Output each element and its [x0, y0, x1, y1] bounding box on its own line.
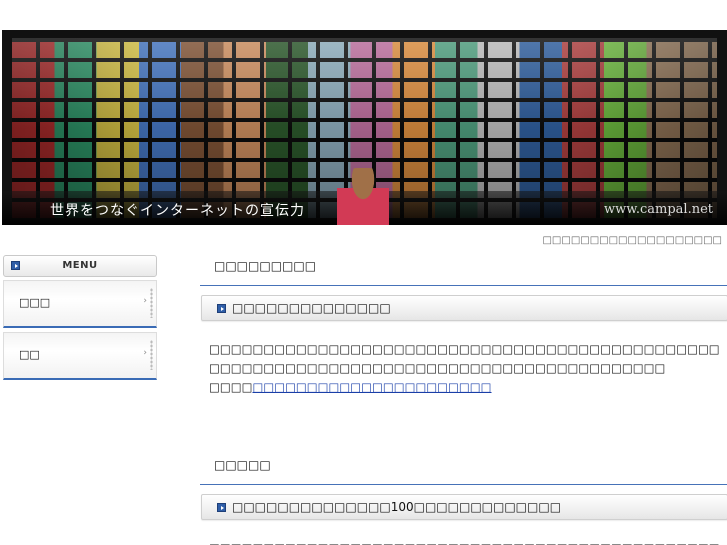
menu-header: MENU: [3, 255, 157, 277]
sidebar-item-2[interactable]: □□ ›: [3, 332, 157, 380]
sidebar-item-label: □□: [19, 348, 40, 361]
article-body: □□□□□□□□□□□□□□□□□□□□□□□□□□□□□□□□□□□□□□□□…: [209, 340, 721, 397]
site-caption: □□□□□□□□□□□□□□□□□□□: [542, 235, 722, 246]
chevron-right-icon: ›: [143, 296, 147, 306]
grip-dots-icon: [150, 340, 153, 370]
banner-url: www.campal.net: [604, 202, 713, 217]
article-title-bar[interactable]: □□□□□□□□□□□□□□100□□□□□□□□□□□□□: [201, 494, 727, 520]
sidebar-item-label: □□□: [19, 296, 51, 309]
chevron-right-icon: ›: [143, 348, 147, 358]
sidebar-item-1[interactable]: □□□ ›: [3, 280, 157, 328]
menu-title: MENU: [62, 260, 98, 271]
section-heading: □□□□□□□□□: [214, 259, 317, 273]
header-banner: 世界をつなぐインターネットの宣伝力 www.campal.net: [2, 30, 727, 225]
article-title: □□□□□□□□□□□□□□: [232, 301, 391, 315]
section-divider: [200, 285, 727, 286]
article-body: □□□□□□□□□□□□□□□□□□□□□□□□□□□□□□□□□□□□□□□□…: [209, 539, 721, 545]
article-text: □□□□□□□□□□□□□□□□□□□□□□□□□□□□□□□□□□□□□□□□…: [209, 342, 720, 375]
source-prefix: □□□□: [209, 380, 253, 394]
arrow-right-icon: [217, 503, 226, 512]
section-divider: [200, 484, 727, 485]
article-source: □□□□□□□□□□□□□□□□□□□□□□□□□□: [209, 378, 721, 397]
banner-tagline: 世界をつなぐインターネットの宣伝力: [50, 203, 305, 219]
arrow-right-icon: [217, 304, 226, 313]
section-heading: □□□□□: [214, 458, 271, 472]
banner-person-image: [337, 168, 389, 225]
source-link[interactable]: □□□□□□□□□□□□□□□□□□□□□□: [252, 380, 491, 394]
article-title: □□□□□□□□□□□□□□100□□□□□□□□□□□□□: [232, 500, 562, 514]
grip-dots-icon: [150, 288, 153, 318]
article-title-bar[interactable]: □□□□□□□□□□□□□□: [201, 295, 727, 321]
